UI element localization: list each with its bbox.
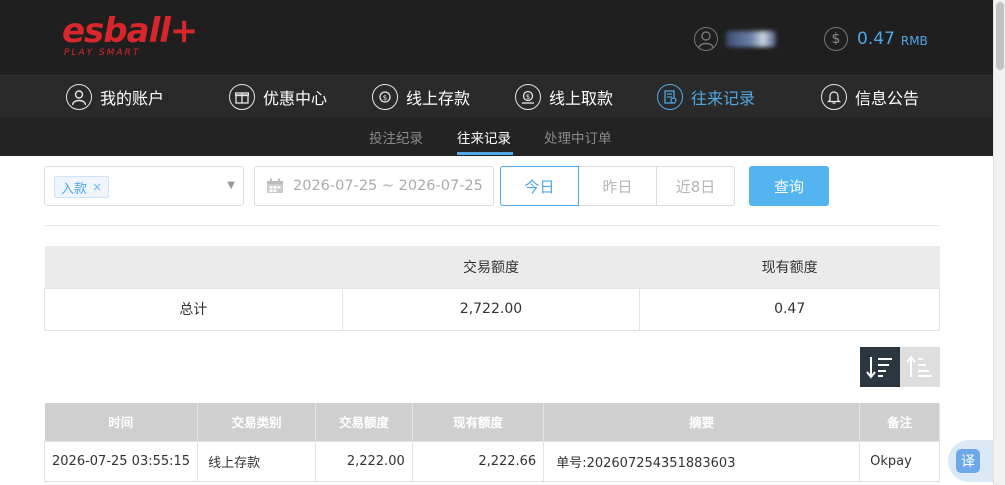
summary-transaction-amount: 2,722.00 bbox=[341, 287, 641, 331]
nav-label: 优惠中心 bbox=[263, 89, 328, 108]
range-buttons: 今日 昨日 近8日 bbox=[500, 166, 735, 206]
username-blurred bbox=[726, 31, 776, 47]
balance-currency: RMB bbox=[900, 33, 928, 48]
cell-balance: 2,222.66 bbox=[411, 440, 545, 482]
svg-text:$: $ bbox=[526, 93, 530, 101]
deposit-icon: $ bbox=[372, 84, 398, 110]
user-circle-icon bbox=[66, 84, 92, 110]
scrollbar-thumb[interactable] bbox=[996, 2, 1004, 70]
top-header: esball+ PLAY SMART $ 0.47 RMB bbox=[0, 0, 993, 75]
yesterday-button[interactable]: 昨日 bbox=[578, 166, 657, 206]
cell-time: 2026-07-25 03:55:15 bbox=[43, 440, 199, 482]
sort-asc-button[interactable] bbox=[900, 347, 940, 387]
summary-total-row: 总计 2,722.00 0.47 bbox=[44, 287, 940, 331]
today-button[interactable]: 今日 bbox=[500, 166, 579, 206]
last-8-days-button[interactable]: 近8日 bbox=[656, 166, 735, 206]
nav-announcements[interactable]: 信息公告 bbox=[821, 82, 919, 112]
col-amount: 交易额度 bbox=[315, 403, 413, 441]
user-icon bbox=[694, 27, 718, 51]
svg-text:$: $ bbox=[383, 94, 387, 102]
summary-header bbox=[44, 246, 343, 288]
date-range-text: 2026-07-25 ~ 2026-07-25 bbox=[293, 178, 483, 194]
cell-remark: Okpay bbox=[859, 440, 940, 482]
transaction-type-select[interactable]: 入款 × ▼ bbox=[44, 166, 244, 206]
sort-ascending-icon bbox=[906, 355, 932, 377]
balance-amount: 0.47 bbox=[857, 29, 895, 49]
sort-buttons bbox=[860, 347, 940, 387]
active-tab-indicator bbox=[457, 152, 513, 155]
nav-label: 线上取款 bbox=[549, 89, 614, 108]
esball-logo[interactable]: esball+ PLAY SMART bbox=[62, 11, 198, 58]
col-remark: 备注 bbox=[859, 403, 940, 441]
query-button[interactable]: 查询 bbox=[749, 166, 829, 206]
translate-button[interactable]: 译 bbox=[948, 440, 996, 482]
page-scrollbar[interactable] bbox=[993, 0, 1005, 485]
summary-table: 交易额度 现有额度 总计 2,722.00 0.47 bbox=[44, 246, 940, 331]
col-balance: 现有额度 bbox=[412, 403, 545, 441]
nav-label: 往来记录 bbox=[691, 89, 756, 108]
logo-text: esball+ bbox=[62, 11, 198, 51]
table-row: 2026-07-25 03:55:15 线上存款 2,222.00 2,222.… bbox=[43, 440, 940, 482]
col-type: 交易类别 bbox=[197, 403, 317, 441]
nav-label: 我的账户 bbox=[100, 89, 165, 108]
nav-transaction-records[interactable]: 往来记录 bbox=[657, 82, 755, 112]
nav-label: 信息公告 bbox=[855, 89, 920, 108]
records-header-row: 时间 交易类别 交易额度 现有额度 摘要 备注 bbox=[44, 403, 940, 441]
summary-header: 现有额度 bbox=[639, 246, 940, 288]
nav-online-withdraw[interactable]: $ 线上取款 bbox=[515, 82, 613, 112]
tab-pending-orders[interactable]: 处理中订单 bbox=[544, 127, 612, 147]
records-icon bbox=[657, 84, 683, 110]
sort-desc-button[interactable] bbox=[860, 347, 900, 387]
summary-header: 交易额度 bbox=[342, 246, 640, 288]
nav-online-deposit[interactable]: $ 线上存款 bbox=[372, 82, 470, 112]
nav-promotions[interactable]: 优惠中心 bbox=[229, 82, 327, 112]
dollar-coin-icon: $ bbox=[824, 27, 848, 51]
col-summary: 摘要 bbox=[543, 403, 861, 441]
gift-icon bbox=[229, 84, 255, 110]
translate-icon: 译 bbox=[956, 449, 980, 473]
balance-display: $ 0.47 RMB bbox=[824, 27, 928, 51]
date-range-picker[interactable]: 2026-07-25 ~ 2026-07-25 bbox=[254, 166, 494, 206]
divider bbox=[44, 225, 940, 226]
calendar-icon bbox=[266, 178, 284, 194]
summary-total-label: 总计 bbox=[44, 287, 343, 331]
summary-header-row: 交易额度 现有额度 bbox=[44, 246, 940, 288]
cell-amount: 2,222.00 bbox=[315, 440, 413, 482]
type-tag-label: 入款 bbox=[61, 181, 88, 197]
nav-label: 线上存款 bbox=[406, 89, 471, 108]
tab-bet-records[interactable]: 投注纪录 bbox=[369, 127, 423, 147]
summary-current-balance: 0.47 bbox=[639, 287, 940, 331]
tab-transaction-records[interactable]: 往来记录 bbox=[457, 127, 511, 147]
cell-summary: 单号:202607254351883603 bbox=[543, 440, 861, 482]
withdraw-icon: $ bbox=[515, 84, 541, 110]
col-time: 时间 bbox=[44, 403, 199, 441]
type-tag: 入款 × bbox=[54, 176, 110, 198]
sort-descending-icon bbox=[866, 357, 892, 379]
caret-down-icon: ▼ bbox=[227, 180, 235, 191]
cell-type: 线上存款 bbox=[197, 440, 317, 482]
records-table: 时间 交易类别 交易额度 现有额度 摘要 备注 2026-07-25 03:55… bbox=[43, 403, 940, 482]
main-nav: 我的账户 优惠中心 $ 线上存款 $ 线上取款 往来记录 信息公告 bbox=[0, 75, 993, 117]
user-info[interactable] bbox=[694, 27, 776, 51]
sub-nav: 投注纪录 往来记录 处理中订单 bbox=[0, 117, 993, 156]
nav-my-account[interactable]: 我的账户 bbox=[66, 82, 164, 112]
bell-icon bbox=[821, 84, 847, 110]
tag-remove-icon[interactable]: × bbox=[92, 180, 102, 194]
